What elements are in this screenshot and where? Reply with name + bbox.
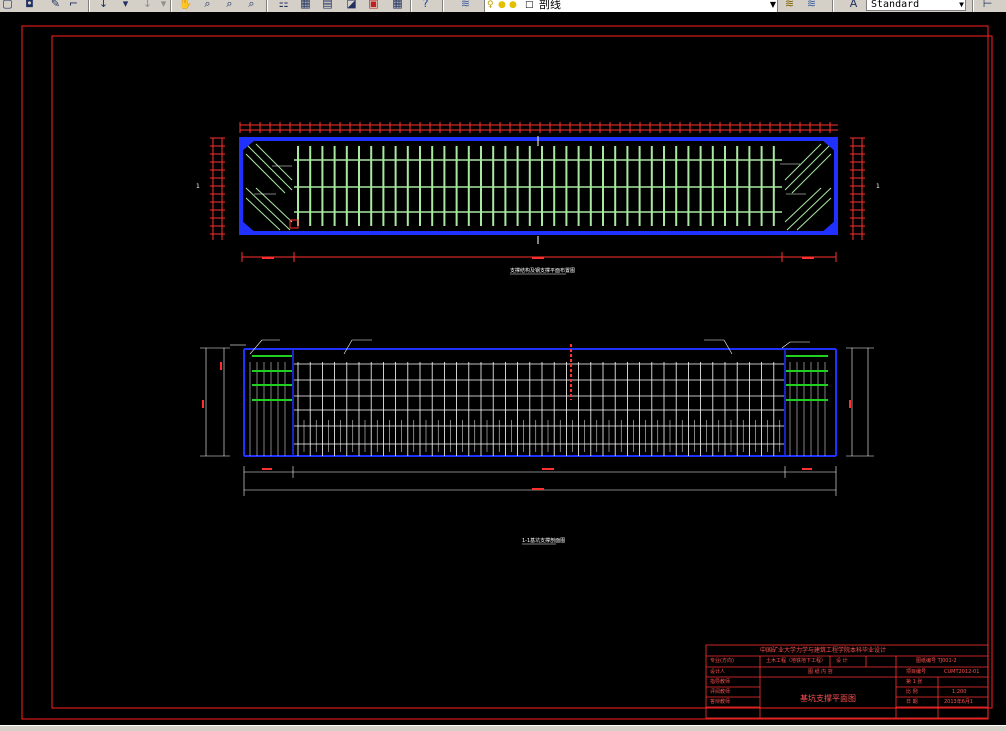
- dim-style-icon[interactable]: ⊢: [980, 0, 995, 11]
- match-properties-icon[interactable]: ⌐: [66, 0, 81, 11]
- tool-palettes-icon[interactable]: ▤: [320, 0, 335, 11]
- scale-value: 1:200: [952, 689, 967, 695]
- plan-view: 1 1: [196, 122, 880, 275]
- svg-text:1: 1: [196, 183, 200, 190]
- advisor-label: 指导教师: [710, 679, 731, 685]
- date-value: 2013年6月1: [944, 699, 974, 705]
- toolbar-separator: [442, 0, 444, 12]
- section-view: [200, 339, 874, 545]
- project-number-label: 项目编号: [906, 669, 927, 675]
- zoom-realtime-icon[interactable]: ⌕: [200, 0, 215, 11]
- calculator-icon[interactable]: ▦: [390, 0, 405, 11]
- layer-states-icon[interactable]: ≋: [804, 0, 819, 11]
- text-style-value: Standard: [871, 0, 920, 10]
- drawing-svg: 1 1: [21, 25, 993, 720]
- layer-name: 剖线: [539, 0, 561, 11]
- layer-previous-icon[interactable]: ≋: [782, 0, 797, 11]
- toolbar-separator: [88, 0, 90, 12]
- date-label: 日 期: [906, 699, 918, 705]
- inner-frame: [51, 35, 993, 709]
- markup-icon[interactable]: ▣: [366, 0, 381, 11]
- svg-text:1: 1: [876, 183, 880, 190]
- designer-label: 设计人: [710, 669, 726, 675]
- plan-view-caption: 支撑结构及钢支撑平面布置图: [510, 268, 576, 274]
- defense-label: 答辩教师: [710, 699, 731, 705]
- lightbulb-icon[interactable]: ♀: [487, 0, 494, 11]
- help-icon[interactable]: ?: [418, 0, 433, 11]
- design-center-icon[interactable]: ▦: [298, 0, 313, 11]
- pencil-icon[interactable]: ✎: [48, 0, 63, 11]
- toolbar-separator: [832, 0, 834, 12]
- drawing-title: 基坑支撑平面图: [800, 694, 856, 703]
- open-icon[interactable]: ▢: [0, 0, 15, 11]
- zoom-window-icon[interactable]: ⌕: [222, 0, 237, 11]
- title-block-header: 中国矿业大学力学与建筑工程学院本科毕业设计: [760, 647, 887, 654]
- toolbar-separator: [266, 0, 268, 12]
- redo-icon[interactable]: ↓: [140, 0, 155, 11]
- pan-icon[interactable]: ✋: [178, 0, 193, 11]
- status-bar: [0, 725, 1006, 731]
- section-caption: 1-1基坑支撑剖面图: [522, 538, 566, 544]
- layer-manager-icon[interactable]: ≋: [458, 0, 473, 11]
- design-label: 设 计: [836, 658, 848, 664]
- scale-label: 比 例: [906, 689, 918, 695]
- major-label: 专业(方向): [710, 658, 734, 664]
- drawing-number: 图纸编号 TJ001-2: [916, 658, 957, 664]
- reviewer-label: 评阅教师: [710, 689, 731, 695]
- toolbar-separator: [972, 0, 974, 12]
- cad-application-window: ▢ ◘ ✎ ⌐ ↓ ▾ ↓ ▾ ✋ ⌕ ⌕ ⌕ ☷ ▦ ▤ ◪ ▣ ▦ ? ≋ …: [0, 0, 1006, 731]
- sheetset-icon[interactable]: ◪: [344, 0, 359, 11]
- project-number-value: CUMT2012-01: [944, 669, 980, 675]
- undo-icon[interactable]: ↓: [96, 0, 111, 11]
- toolbar-separator: [410, 0, 412, 12]
- chevron-down-icon[interactable]: ▼: [770, 0, 776, 11]
- major-value: 土木工程（地铁地下工程）: [766, 658, 827, 664]
- toolbar-separator: [170, 0, 172, 12]
- title-block: [705, 644, 989, 719]
- lock-icon[interactable]: ●: [509, 0, 517, 11]
- undo-dropdown-icon[interactable]: ▾: [118, 0, 133, 11]
- save-icon[interactable]: ◘: [22, 0, 37, 11]
- model-space-canvas[interactable]: 1 1 支撑结构及钢支撑平面布置图 1-1基坑支撑剖面图 中国矿业大学力学与建筑…: [0, 12, 1006, 731]
- text-style-dropdown[interactable]: Standard ▼: [866, 0, 966, 11]
- zoom-previous-icon[interactable]: ⌕: [244, 0, 259, 11]
- text-style-icon[interactable]: A: [846, 0, 861, 11]
- color-swatch-icon[interactable]: □: [525, 0, 534, 11]
- sheet-label: 第 1 张: [906, 679, 923, 685]
- sun-icon[interactable]: ●: [498, 0, 506, 11]
- chevron-down-icon[interactable]: ▼: [959, 0, 964, 11]
- properties-icon[interactable]: ☷: [276, 0, 291, 11]
- redo-dropdown-icon[interactable]: ▾: [156, 0, 171, 11]
- drawing-content-label: 图 纸 内 容: [808, 669, 833, 675]
